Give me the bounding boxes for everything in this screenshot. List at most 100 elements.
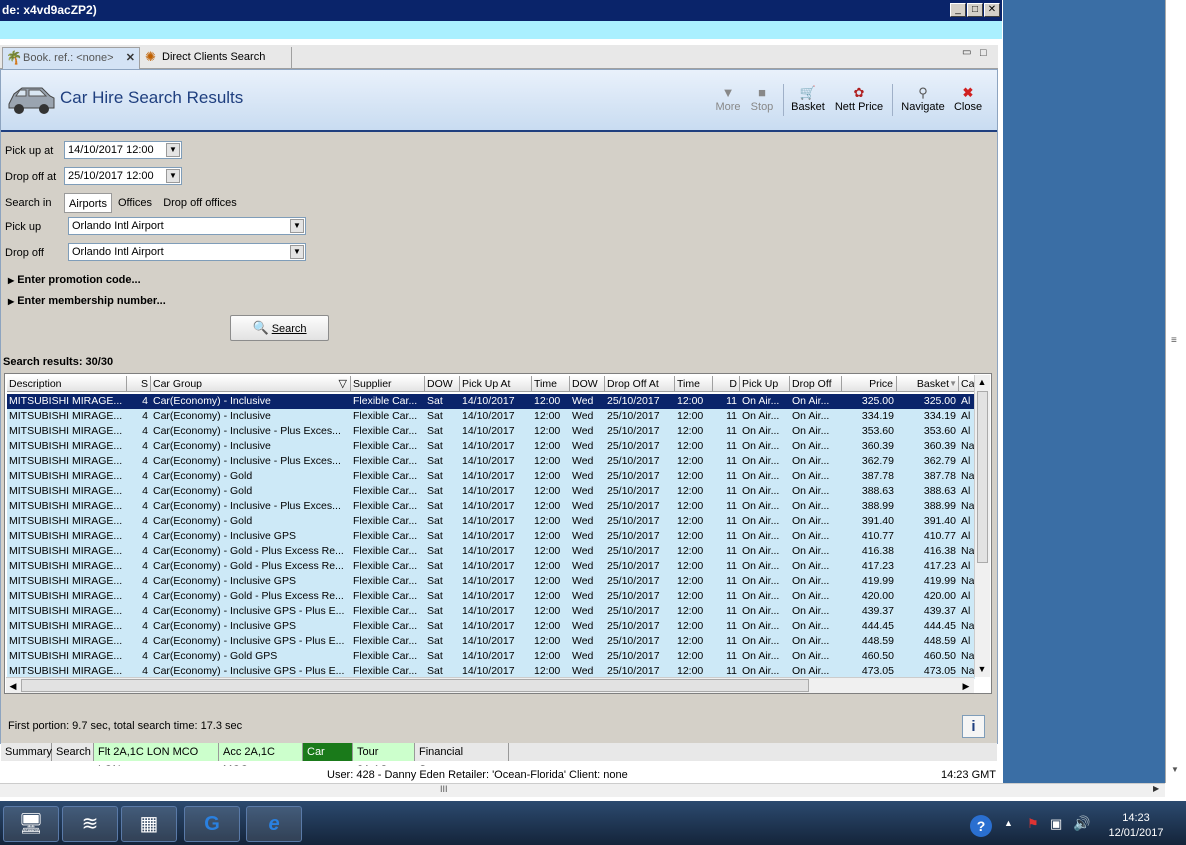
stop-button[interactable]: ■ Stop bbox=[749, 85, 775, 113]
table-row[interactable]: MITSUBISHI MIRAGE... 4 Car(Economy) - Gold… bbox=[7, 649, 975, 664]
calculator-icon[interactable]: ▦ bbox=[121, 806, 177, 842]
info-icon[interactable]: i bbox=[962, 715, 985, 738]
bottom-tab[interactable]: Acc 2A,1C MCO bbox=[219, 743, 303, 776]
promotion-code-expander[interactable]: ▶ Enter promotion code... bbox=[8, 274, 141, 286]
membership-number-expander[interactable]: ▶ Enter membership number... bbox=[8, 295, 166, 307]
search-button[interactable]: 🔍 Search bbox=[230, 315, 329, 341]
tray-expand-icon[interactable]: ▲ bbox=[1004, 818, 1013, 828]
col-pickup-at[interactable]: Pick Up At bbox=[460, 376, 532, 392]
bottom-tab[interactable]: Car MCO bbox=[303, 743, 353, 776]
tab-booking[interactable]: 🌴 Book. ref.: <none> ✕ bbox=[2, 47, 140, 69]
cell-description: MITSUBISHI MIRAGE... bbox=[9, 620, 123, 632]
minimize-panel-icon[interactable]: ▭ bbox=[962, 47, 971, 58]
network-icon[interactable]: ▣ bbox=[1050, 816, 1062, 832]
table-row[interactable]: MITSUBISHI MIRAGE... 4 Car(Economy) - Gold… bbox=[7, 514, 975, 529]
tab-direct-clients-search[interactable]: ✺ Direct Clients Search bbox=[142, 47, 292, 69]
col-dropoff-at[interactable]: Drop Off At bbox=[605, 376, 675, 392]
col-pickup[interactable]: Pick Up bbox=[740, 376, 790, 392]
grid-horizontal-scrollbar[interactable]: ◀ ▶ bbox=[6, 677, 974, 693]
col-price[interactable]: Price bbox=[842, 376, 897, 392]
table-row[interactable]: MITSUBISHI MIRAGE... 4 Car(Economy) - Gold… bbox=[7, 559, 975, 574]
col-dropoff-dow[interactable]: DOW bbox=[570, 376, 605, 392]
cell-pickup-dow: Sat bbox=[427, 530, 443, 542]
close-window-button[interactable]: ✕ bbox=[984, 3, 1000, 17]
table-row[interactable]: MITSUBISHI MIRAGE... 4 Car(Economy) - Incl… bbox=[7, 604, 975, 619]
ie-icon[interactable]: e bbox=[246, 806, 302, 842]
cell-seats: 4 bbox=[142, 650, 148, 662]
scroll-up-icon[interactable]: ▲ bbox=[975, 375, 989, 389]
scroll-left-icon[interactable]: ◀ bbox=[6, 679, 20, 693]
col-supplier[interactable]: Supplier bbox=[351, 376, 425, 392]
minimize-button[interactable]: _ bbox=[950, 3, 966, 17]
col-pickup-dow[interactable]: DOW bbox=[425, 376, 460, 392]
grid-vertical-scrollbar[interactable]: ▲ ▼ bbox=[974, 375, 990, 677]
chevron-down-icon[interactable]: ▼ bbox=[290, 219, 304, 233]
bottom-tab[interactable]: Search bbox=[52, 743, 94, 761]
scroll-right-icon[interactable]: ▶ bbox=[959, 679, 973, 693]
table-row[interactable]: MITSUBISHI MIRAGE... 4 Car(Economy) - Incl… bbox=[7, 634, 975, 649]
bottom-tab[interactable]: Financial Summary bbox=[415, 743, 509, 776]
basket-button[interactable]: 🛒 Basket bbox=[790, 85, 826, 113]
nett-price-button[interactable]: ✿ Nett Price bbox=[833, 85, 885, 113]
volume-icon[interactable]: 🔊 bbox=[1073, 815, 1090, 832]
search-in-dropoff-offices[interactable]: Drop off offices bbox=[160, 193, 240, 213]
chevron-down-icon[interactable]: ▼ bbox=[166, 169, 180, 183]
table-row[interactable]: MITSUBISHI MIRAGE... 4 Car(Economy) - Gold… bbox=[7, 469, 975, 484]
col-days[interactable]: D bbox=[713, 376, 740, 392]
table-row[interactable]: MITSUBISHI MIRAGE... 4 Car(Economy) - Gold… bbox=[7, 589, 975, 604]
chevron-down-icon[interactable]: ▼ bbox=[166, 143, 180, 157]
flag-icon[interactable]: ⚑ bbox=[1027, 816, 1039, 832]
pickup-location-select[interactable]: Orlando Intl Airport ▼ bbox=[68, 217, 306, 235]
table-row[interactable]: MITSUBISHI MIRAGE... 4 Car(Economy) - Gold… bbox=[7, 544, 975, 559]
close-button[interactable]: ✖ Close bbox=[953, 85, 983, 113]
col-dropoff-time[interactable]: Time bbox=[675, 376, 713, 392]
table-row[interactable]: MITSUBISHI MIRAGE... 4 Car(Economy) - Incl… bbox=[7, 454, 975, 469]
pickup-at-field[interactable]: 14/10/2017 12:00 ▼ bbox=[64, 141, 182, 159]
dropoff-at-field[interactable]: 25/10/2017 12:00 ▼ bbox=[64, 167, 182, 185]
scroll-down-icon[interactable]: ▼ bbox=[1171, 765, 1179, 774]
cell-dropoff-at: 25/10/2017 bbox=[607, 425, 660, 437]
chrome-icon[interactable]: G bbox=[184, 806, 240, 842]
scroll-grip[interactable]: III bbox=[440, 784, 448, 794]
chevron-down-icon[interactable]: ▼ bbox=[290, 245, 304, 259]
bottom-tab[interactable]: Summary bbox=[1, 743, 52, 761]
navigate-label: Navigate bbox=[901, 101, 945, 113]
table-row[interactable]: MITSUBISHI MIRAGE... 4 Car(Economy) - Incl… bbox=[7, 424, 975, 439]
scroll-down-icon[interactable]: ▼ bbox=[975, 662, 989, 676]
table-row[interactable]: MITSUBISHI MIRAGE... 4 Car(Economy) - Incl… bbox=[7, 529, 975, 544]
search-in-offices[interactable]: Offices bbox=[114, 193, 156, 213]
col-dropoff[interactable]: Drop Off bbox=[790, 376, 842, 392]
col-pickup-time[interactable]: Time bbox=[532, 376, 570, 392]
maximize-button[interactable]: □ bbox=[967, 3, 983, 17]
maximize-panel-icon[interactable]: □ bbox=[980, 47, 987, 59]
help-icon[interactable]: ? bbox=[970, 815, 992, 837]
bottom-tab[interactable]: Tour 2A,1C bbox=[353, 743, 415, 776]
table-row[interactable]: MITSUBISHI MIRAGE... 4 Car(Economy) - Incl… bbox=[7, 439, 975, 454]
filter-icon[interactable]: ▽ bbox=[339, 376, 347, 391]
col-car-group[interactable]: Car Group ▽ bbox=[151, 376, 351, 392]
scroll-right-icon[interactable]: ▶ bbox=[1153, 784, 1159, 793]
table-row[interactable]: MITSUBISHI MIRAGE... 4 Car(Economy) - Incl… bbox=[7, 499, 975, 514]
taskbar-clock[interactable]: 14:23 12/01/2017 bbox=[1104, 811, 1168, 841]
col-seats[interactable]: S bbox=[127, 376, 151, 392]
search-in-airports[interactable]: Airports bbox=[64, 193, 112, 213]
col-category[interactable]: Ca bbox=[959, 376, 975, 392]
close-tab-icon[interactable]: ✕ bbox=[126, 48, 135, 68]
vertical-scroll-thumb[interactable] bbox=[977, 391, 988, 563]
table-row[interactable]: MITSUBISHI MIRAGE... 4 Car(Economy) - Incl… bbox=[7, 619, 975, 634]
basket-icon: 🛒 bbox=[799, 85, 817, 100]
table-row[interactable]: MITSUBISHI MIRAGE... 4 Car(Economy) - Incl… bbox=[7, 409, 975, 424]
window-horizontal-scrollbar[interactable]: III ▶ bbox=[0, 783, 1165, 797]
more-button[interactable]: ▼ More bbox=[713, 85, 743, 113]
col-description[interactable]: Description bbox=[7, 376, 127, 392]
dropoff-location-select[interactable]: Orlando Intl Airport ▼ bbox=[68, 243, 306, 261]
bottom-tab[interactable]: Flt 2A,1C LON MCO LON bbox=[94, 743, 219, 776]
horizontal-scroll-thumb[interactable] bbox=[21, 679, 809, 692]
table-row[interactable]: MITSUBISHI MIRAGE... 4 Car(Economy) - Gold… bbox=[7, 484, 975, 499]
table-row[interactable]: MITSUBISHI MIRAGE... 4 Car(Economy) - Incl… bbox=[7, 574, 975, 589]
navigate-button[interactable]: ⚲ Navigate bbox=[899, 85, 947, 113]
table-row[interactable]: MITSUBISHI MIRAGE... 4 Car(Economy) - Incl… bbox=[7, 394, 975, 409]
col-basket[interactable]: Basket ▼ bbox=[897, 376, 959, 392]
windows-explorer-icon[interactable]: 🖥 bbox=[3, 806, 59, 842]
sky-app-icon[interactable]: ≋ bbox=[62, 806, 118, 842]
